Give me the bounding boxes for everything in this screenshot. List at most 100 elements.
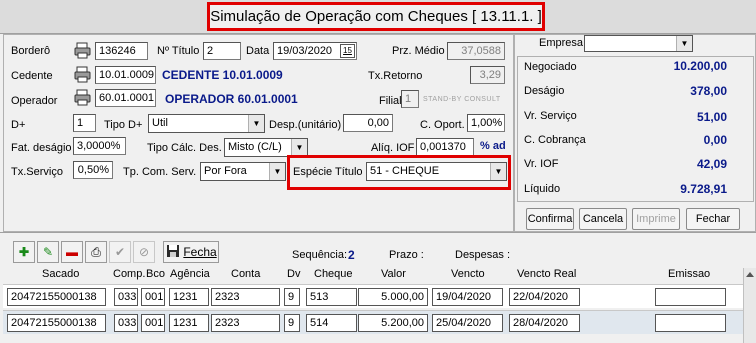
tx-servico-label: Tx.Serviço	[11, 166, 63, 178]
operador-label: Operador	[11, 95, 58, 107]
cell-dv[interactable]: 9	[284, 288, 300, 306]
cell-valor[interactable]: 5.200,00	[358, 314, 428, 332]
cell-emissao[interactable]	[655, 314, 726, 332]
delete-icon[interactable]: ▬	[61, 241, 83, 263]
bordero-field[interactable]: 136246	[95, 42, 148, 60]
cancel-circle-icon: ⊘	[133, 241, 155, 263]
sequencia-value: 2	[348, 248, 355, 262]
summary-value-vr-servico: 51,00	[696, 110, 727, 124]
bordero-label: Borderô	[11, 45, 51, 57]
col-header-emissao: Emissao	[668, 268, 711, 280]
dplus-field[interactable]: 1	[73, 114, 96, 132]
desp-field[interactable]: 0,00	[343, 114, 393, 132]
chevron-down-icon[interactable]: ▼	[676, 36, 692, 51]
tx-retorno-field: 3,29	[470, 66, 505, 84]
form-panel	[3, 34, 514, 232]
cell-bco[interactable]: 001	[141, 314, 165, 332]
operador-code-field[interactable]: 60.01.0001	[95, 89, 156, 107]
cell-conta[interactable]: 2323	[211, 288, 280, 306]
summary-label-desagio: Deságio	[524, 85, 565, 97]
num-titulo-label: Nº Título	[157, 45, 200, 57]
col-header-vencto: Vencto	[451, 268, 485, 280]
cell-cheque[interactable]: 513	[306, 288, 357, 306]
add-icon[interactable]: ✚	[13, 241, 35, 263]
chevron-down-icon[interactable]: ▼	[490, 163, 506, 180]
fecha-button[interactable]: Fecha	[163, 241, 219, 263]
cell-cheque[interactable]: 514	[306, 314, 357, 332]
tipo-dplus-value: Util	[152, 117, 168, 129]
prz-medio-label: Prz. Médio	[392, 45, 445, 57]
fechar-button[interactable]: Fechar	[686, 208, 740, 230]
tipo-dplus-select[interactable]: Util ▼	[148, 114, 265, 133]
summary-value-vr-iof: 42,09	[696, 157, 727, 171]
lookup-icon[interactable]	[74, 66, 91, 83]
cell-comp[interactable]: 033	[114, 314, 138, 332]
chevron-down-icon[interactable]: ▼	[269, 163, 285, 180]
cell-vencto-real[interactable]: 22/04/2020	[509, 288, 580, 306]
divider	[0, 232, 756, 233]
tipo-dplus-label: Tipo D+	[104, 119, 143, 131]
summary-label-vr-servico: Vr. Serviço	[524, 110, 577, 122]
operador-name: OPERADOR 60.01.0001	[165, 92, 298, 106]
col-header-agencia: Agência	[170, 268, 210, 280]
summary-box	[517, 56, 754, 202]
cell-vencto-real[interactable]: 28/04/2020	[509, 314, 580, 332]
grid-scrollbar[interactable]	[743, 268, 756, 343]
c-oport-field[interactable]: 1,00%	[467, 114, 505, 132]
printer-icon[interactable]	[74, 42, 91, 59]
cell-sacado[interactable]: 20472155000138	[7, 314, 106, 332]
col-header-cheque: Cheque	[314, 268, 353, 280]
summary-label-c-cobranca: C. Cobrança	[524, 134, 586, 146]
especie-value: 51 - CHEQUE	[370, 165, 440, 177]
tx-servico-field[interactable]: 0,50%	[73, 161, 113, 179]
tipo-calc-label: Tipo Cálc. Des.	[147, 142, 222, 154]
cancela-button[interactable]: Cancela	[579, 208, 627, 230]
empresa-label: Empresa	[539, 37, 584, 49]
summary-value-negociado: 10.200,00	[673, 59, 727, 73]
cell-comp[interactable]: 033	[114, 288, 138, 306]
tp-com-serv-label: Tp. Com. Serv.	[123, 166, 197, 178]
cell-vencto[interactable]: 19/04/2020	[432, 288, 503, 306]
confirm-check-icon: ✔	[109, 241, 131, 263]
window-title: Simulação de Operação com Cheques [ 13.1…	[207, 2, 545, 31]
summary-value-desagio: 378,00	[690, 84, 727, 98]
cell-agencia[interactable]: 1231	[169, 288, 209, 306]
cell-valor[interactable]: 5.000,00	[358, 288, 428, 306]
aliq-iof-field[interactable]: 0,001370	[416, 138, 474, 156]
print-icon[interactable]: ⎙	[85, 241, 107, 263]
summary-value-liquido: 9.728,91	[680, 182, 727, 196]
cedente-code-field[interactable]: 10.01.0009	[95, 66, 156, 84]
cell-sacado[interactable]: 20472155000138	[7, 288, 106, 306]
confirma-button[interactable]: Confirma	[526, 208, 574, 230]
cell-dv[interactable]: 9	[284, 314, 300, 332]
cell-emissao[interactable]	[655, 288, 726, 306]
cell-vencto[interactable]: 25/04/2020	[432, 314, 503, 332]
table-row[interactable]: 20472155000138 033 001 1231 2323 9 513 5…	[3, 284, 743, 308]
fat-desagio-label: Fat. deságio	[11, 142, 72, 154]
calendar-icon[interactable]: 15	[340, 44, 355, 58]
data-field[interactable]: 19/03/2020 15	[273, 42, 357, 60]
fat-desagio-field[interactable]: 3,0000%	[73, 137, 126, 155]
cell-agencia[interactable]: 1231	[169, 314, 209, 332]
edit-icon[interactable]: ✎	[37, 241, 59, 263]
table-row[interactable]: 20472155000138 033 001 1231 2323 9 514 5…	[3, 310, 743, 334]
cell-bco[interactable]: 001	[141, 288, 165, 306]
scroll-up-arrow-icon[interactable]	[746, 272, 754, 277]
col-header-bco: Bco	[146, 268, 165, 280]
especie-select[interactable]: 51 - CHEQUE ▼	[366, 162, 507, 181]
tp-com-serv-select[interactable]: Por Fora ▼	[200, 162, 286, 181]
tx-retorno-label: Tx.Retorno	[368, 70, 423, 82]
desp-label: Desp.(unitário)	[269, 119, 342, 131]
empresa-select[interactable]: ▼	[584, 35, 693, 52]
num-titulo-field[interactable]: 2	[203, 42, 241, 60]
lookup-icon[interactable]	[74, 89, 91, 106]
tipo-calc-value: Misto (C/L)	[228, 141, 282, 153]
prazo-label: Prazo :	[389, 249, 424, 261]
col-header-comp: Comp.	[113, 268, 146, 280]
cell-conta[interactable]: 2323	[211, 314, 280, 332]
chevron-down-icon[interactable]: ▼	[291, 139, 307, 156]
chevron-down-icon[interactable]: ▼	[248, 115, 264, 132]
summary-label-liquido: Líquido	[524, 183, 561, 195]
aliq-iof-suffix: % ad	[480, 140, 506, 152]
cedente-name: CEDENTE 10.01.0009	[162, 68, 283, 82]
